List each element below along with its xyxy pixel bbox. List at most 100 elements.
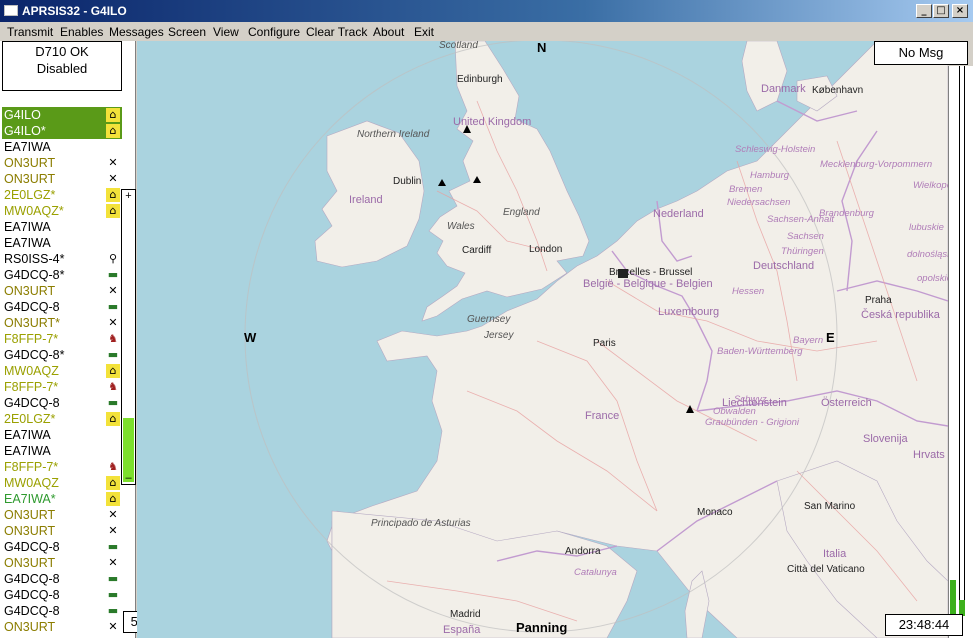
station-row[interactable]: EA7IWA <box>2 235 122 251</box>
map-label-slovenija: Slovenija <box>863 433 908 445</box>
close-button[interactable]: × <box>952 4 968 18</box>
station-row[interactable]: G4DCQ-8 ▬ <box>2 539 122 555</box>
map-label-danmark: Danmark <box>761 83 806 95</box>
station-row[interactable]: ON3URT* ✕ <box>2 315 122 331</box>
station-callsign: F8FFP-7* <box>4 380 59 394</box>
map-label-vaticano: Città del Vaticano <box>787 564 865 575</box>
menu-about[interactable]: About <box>373 25 404 39</box>
station-row[interactable]: 2E0LGZ* ⌂ <box>2 187 122 203</box>
menu-transmit[interactable]: Transmit <box>7 25 53 39</box>
car-icon: ▬ <box>107 540 119 553</box>
station-row[interactable]: ON3URT ✕ <box>2 507 122 523</box>
station-row[interactable]: MW0AQZ ⌂ <box>2 363 122 379</box>
station-row[interactable]: EA7IWA <box>2 443 122 459</box>
station-row[interactable]: F8FFP-7* ♞ <box>2 459 122 475</box>
station-callsign: G4ILO* <box>4 124 46 138</box>
station-callsign: EA7IWA <box>4 444 51 458</box>
tnc-status-box[interactable]: D710 OK Disabled <box>2 41 122 91</box>
zoom-out-button[interactable]: – <box>122 472 135 484</box>
car-icon: ▬ <box>107 588 119 601</box>
station-callsign: G4DCQ-8 <box>4 396 60 410</box>
station-row[interactable]: 2E0LGZ* ⌂ <box>2 411 122 427</box>
satellite-dish-icon: ✕ <box>108 316 118 329</box>
satellite-dish-icon: ✕ <box>108 620 118 633</box>
station-row[interactable]: G4DCQ-8 ▬ <box>2 587 122 603</box>
station-row[interactable]: RS0ISS-4* ⚲ <box>2 251 122 267</box>
station-row[interactable]: ON3URT ✕ <box>2 523 122 539</box>
station-row[interactable]: G4DCQ-8 ▬ <box>2 395 122 411</box>
map-label-brussels: Bruxelles - Brussel <box>609 267 693 278</box>
map-label-praha: Praha <box>865 295 892 306</box>
satellite-dish-icon: ✕ <box>108 172 118 185</box>
station-callsign: MW0AQZ* <box>4 204 64 218</box>
zoom-scale[interactable]: + – <box>121 189 136 485</box>
house-icon: ⌂ <box>106 364 120 378</box>
maximize-button[interactable]: □ <box>933 4 949 18</box>
map-label-monaco: Monaco <box>697 507 733 518</box>
message-status[interactable]: No Msg <box>874 41 968 65</box>
map-label-san-marino: San Marino <box>804 501 856 512</box>
window-title: APRSIS32 - G4ILO <box>22 4 127 18</box>
map-label-dolnoslaskie: dolnośląskie <box>907 249 948 260</box>
minimize-button[interactable]: _ <box>916 4 932 18</box>
station-row[interactable]: EA7IWA <box>2 139 122 155</box>
map-mode-label: Panning <box>516 620 568 635</box>
station-row[interactable]: G4DCQ-8 ▬ <box>2 299 122 315</box>
station-row[interactable]: EA7IWA <box>2 427 122 443</box>
map-label-bayern: Bayern <box>793 335 824 346</box>
compass-west: W <box>244 330 257 345</box>
station-row[interactable]: G4DCQ-8* ▬ <box>2 347 122 363</box>
station-row[interactable]: MW0AQZ ⌂ <box>2 475 122 491</box>
station-row[interactable]: ON3URT ✕ <box>2 283 122 299</box>
menu-configure[interactable]: Configure <box>248 25 300 39</box>
station-row[interactable]: G4ILO ⌂ <box>2 107 122 123</box>
station-callsign: ON3URT <box>4 172 56 186</box>
menu-exit[interactable]: Exit <box>414 25 434 39</box>
zoom-in-button[interactable]: + <box>122 190 135 202</box>
station-callsign: MW0AQZ <box>4 364 59 378</box>
map-label-ni: Northern Ireland <box>357 129 430 140</box>
station-callsign: G4DCQ-8* <box>4 268 65 282</box>
car-icon: ▬ <box>107 300 119 313</box>
menu-messages[interactable]: Messages <box>109 25 164 39</box>
station-row[interactable]: G4ILO* ⌂ <box>2 123 122 139</box>
station-row[interactable]: G4DCQ-8 ▬ <box>2 603 122 619</box>
station-callsign: F8FFP-7* <box>4 332 59 346</box>
station-row[interactable]: G4DCQ-8* ▬ <box>2 267 122 283</box>
station-row[interactable]: G4DCQ-8 ▬ <box>2 571 122 587</box>
station-row[interactable]: EA7IWA <box>2 219 122 235</box>
station-row[interactable]: ON3URT ✕ <box>2 171 122 187</box>
station-row[interactable]: EA7IWA* ⌂ <box>2 491 122 507</box>
station-row[interactable]: F8FFP-7* ♞ <box>2 379 122 395</box>
map-label-deutschland: Deutschland <box>753 260 815 272</box>
station-row[interactable]: ON3URT ✕ <box>2 619 122 635</box>
station-row[interactable]: MW0AQZ* ⌂ <box>2 203 122 219</box>
compass-east: E <box>826 330 835 345</box>
satellite-dish-icon: ✕ <box>108 556 118 569</box>
meter-bar-1 <box>950 580 956 616</box>
map-label-scotland: Scotland <box>439 41 478 51</box>
title-bar: APRSIS32 - G4ILO _ □ × <box>0 0 973 22</box>
house-icon: ⌂ <box>106 204 120 218</box>
station-callsign: MW0AQZ <box>4 476 59 490</box>
station-row[interactable]: ON3URT ✕ <box>2 155 122 171</box>
map-view[interactable]: Scotland Edinburgh United Kingdom Northe… <box>137 41 948 638</box>
signal-meter <box>948 66 973 638</box>
station-row[interactable]: ON3URT ✕ <box>2 555 122 571</box>
station-callsign: ON3URT <box>4 524 56 538</box>
station-callsign: EA7IWA <box>4 220 51 234</box>
map-label-hessen: Hessen <box>732 286 765 297</box>
map-label-obwalden: Obwalden <box>713 406 756 417</box>
clock: 23:48:44 <box>885 614 963 636</box>
menu-enables[interactable]: Enables <box>60 25 103 39</box>
map-label-sachsen-anhalt: Sachsen-Anhalt <box>767 214 835 225</box>
runner-icon: ♞ <box>108 332 118 345</box>
bicycle-icon: ⚲ <box>108 252 118 265</box>
station-row[interactable]: F8FFP-7* ♞ <box>2 331 122 347</box>
menu-screen[interactable]: Screen <box>168 25 206 39</box>
menu-view[interactable]: View <box>213 25 239 39</box>
station-callsign: F8FFP-7* <box>4 460 59 474</box>
menu-clear-track[interactable]: Clear Track <box>306 25 367 39</box>
compass-north: N <box>537 41 547 55</box>
map-label-thuringen: Thüringen <box>781 246 824 257</box>
